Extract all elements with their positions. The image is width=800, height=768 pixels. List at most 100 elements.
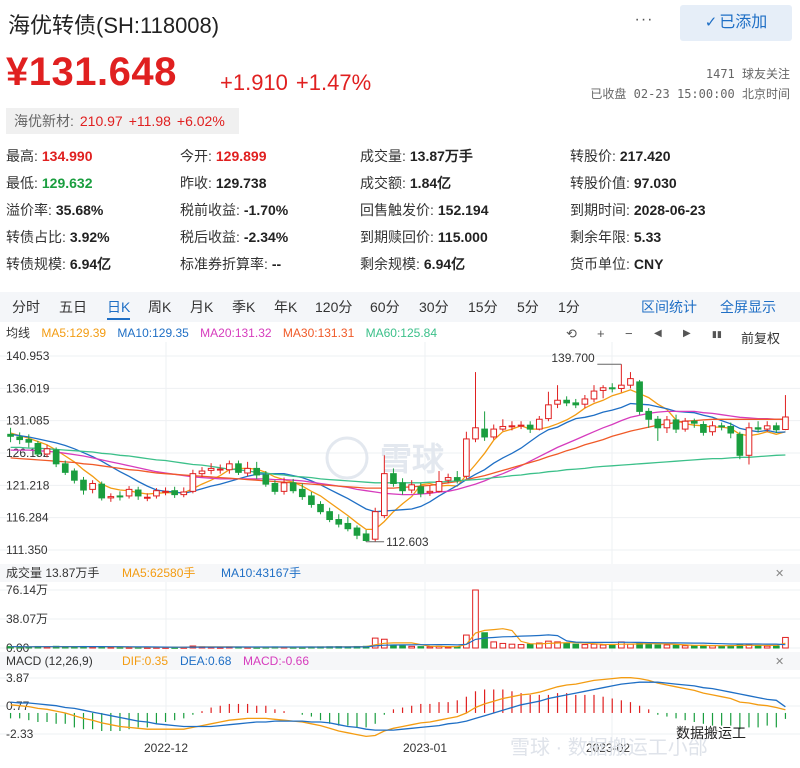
candle-body bbox=[745, 427, 753, 456]
candle bbox=[645, 408, 653, 428]
candle-body bbox=[554, 399, 561, 405]
candle-body bbox=[444, 477, 452, 481]
volume-tick-label: 38.07万 bbox=[6, 612, 48, 626]
volume-bar bbox=[526, 643, 534, 649]
range-stats-link[interactable]: 区间统计 bbox=[641, 296, 697, 318]
quote-putback-price: 回售触发价: 152.194 bbox=[360, 202, 489, 218]
followers-count[interactable]: 1471 球友关注 bbox=[590, 64, 790, 84]
candle bbox=[599, 385, 607, 399]
undo-icon[interactable]: ⟲ bbox=[566, 326, 577, 342]
tab-1min[interactable]: 1分 bbox=[558, 296, 580, 318]
candle bbox=[608, 383, 616, 393]
candle-body bbox=[244, 467, 251, 474]
tab-weekly-k[interactable]: 周K bbox=[148, 296, 171, 318]
candle-body bbox=[472, 427, 479, 440]
macd-label: MACD (12,26,9) bbox=[6, 654, 93, 668]
candle-body bbox=[43, 448, 51, 455]
candle-body bbox=[627, 378, 634, 386]
candle bbox=[235, 460, 242, 475]
candle bbox=[590, 385, 598, 403]
fullscreen-link[interactable]: 全屏显示 bbox=[720, 296, 776, 318]
more-options-button[interactable]: ··· bbox=[630, 10, 658, 34]
candle-body bbox=[772, 425, 780, 431]
candle-body bbox=[226, 463, 233, 471]
quote-high: 最高: 134.990 bbox=[6, 148, 93, 164]
chart-period-tabs: 分时 五日 日K 周K 月K 季K 年K 120分 60分 30分 15分 5分… bbox=[0, 292, 800, 322]
candle-body bbox=[107, 496, 115, 499]
quote-prev-close: 昨收: 129.738 bbox=[180, 175, 267, 191]
tab-15min[interactable]: 15分 bbox=[468, 296, 498, 318]
candle bbox=[207, 463, 215, 475]
next-icon[interactable]: ▶ bbox=[683, 328, 691, 339]
tab-5day[interactable]: 五日 bbox=[59, 296, 87, 318]
quote-haircut: 标准券折算率: -- bbox=[180, 256, 282, 272]
candle-body bbox=[426, 490, 434, 494]
quote-premium: 溢价率: 35.68% bbox=[6, 202, 104, 218]
ma-legend-label: 均线 bbox=[6, 326, 31, 340]
candle-body bbox=[736, 433, 744, 456]
candle-body bbox=[508, 425, 516, 428]
macd-header: MACD (12,26,9) DIF:0.35 DEA:0.68 MACD:-0… bbox=[0, 652, 800, 670]
macd-lines bbox=[10, 677, 786, 738]
candle bbox=[198, 467, 206, 477]
pause-icon[interactable]: ▮▮ bbox=[712, 329, 722, 340]
kline-chart[interactable]: 雪球 140.953136.019131.085126.152121.21811… bbox=[0, 342, 800, 768]
volume-bar bbox=[426, 646, 434, 649]
volume-bar bbox=[627, 643, 634, 649]
candle-body bbox=[654, 418, 662, 429]
candle-body bbox=[599, 387, 607, 391]
candle-body bbox=[280, 482, 288, 492]
candle-body bbox=[116, 495, 124, 498]
candle-body bbox=[481, 428, 488, 438]
zoom-out-icon[interactable]: − bbox=[625, 326, 633, 341]
volume-bar bbox=[672, 644, 680, 649]
candle-body bbox=[271, 482, 279, 492]
underlying-stock-chip[interactable]: 海优新材: 210.97 +11.98 +6.02% bbox=[6, 108, 239, 134]
volume-bar bbox=[508, 643, 516, 649]
close-macd-icon[interactable]: ✕ bbox=[775, 656, 784, 668]
candle bbox=[308, 492, 315, 508]
candle-body bbox=[134, 489, 142, 497]
ma10-value: MA10:129.35 bbox=[117, 326, 189, 340]
candle-body bbox=[545, 404, 552, 420]
tab-monthly-k[interactable]: 月K bbox=[190, 296, 213, 318]
quote-remaining-size: 剩余规模: 6.94亿 bbox=[360, 256, 466, 272]
tab-quarterly-k[interactable]: 季K bbox=[232, 296, 255, 318]
tab-intraday[interactable]: 分时 bbox=[12, 296, 40, 318]
close-volume-icon[interactable]: ✕ bbox=[775, 568, 784, 580]
market-status: 已收盘 02-23 15:00:00 北京时间 bbox=[590, 87, 790, 101]
macd-dif: DIF:0.35 bbox=[122, 654, 168, 668]
price-change: +1.910 +1.47% bbox=[220, 70, 379, 96]
candle bbox=[526, 421, 534, 434]
candle bbox=[317, 501, 324, 515]
volume-bar bbox=[599, 644, 607, 649]
follow-button[interactable]: ✓ 已添加 bbox=[680, 5, 792, 41]
prev-icon[interactable]: ◀ bbox=[654, 328, 662, 339]
tab-yearly-k[interactable]: 年K bbox=[274, 296, 297, 318]
tab-120min[interactable]: 120分 bbox=[315, 296, 352, 318]
candle bbox=[736, 431, 744, 460]
candle-body bbox=[180, 491, 188, 496]
candle bbox=[490, 424, 498, 440]
tab-30min[interactable]: 30分 bbox=[419, 296, 449, 318]
candle-body bbox=[399, 482, 406, 492]
tab-daily-k[interactable]: 日K bbox=[107, 296, 131, 320]
candle-body bbox=[572, 402, 580, 406]
candle-body bbox=[390, 473, 397, 484]
candle-body bbox=[125, 488, 133, 497]
quote-row: 最低: 129.632 昨收: 129.738 成交额: 1.84亿 转股价值: 97.… bbox=[6, 171, 796, 198]
candle bbox=[618, 364, 625, 393]
candle-body bbox=[153, 490, 160, 497]
ma20-value: MA20:131.32 bbox=[200, 326, 272, 340]
candle-body bbox=[581, 398, 589, 405]
volume-label: 成交量 13.87万手 bbox=[6, 565, 99, 580]
bottom-watermark-sub: 数据搬运工 bbox=[676, 725, 746, 741]
zoom-in-icon[interactable]: + bbox=[597, 326, 605, 341]
tab-5min[interactable]: 5分 bbox=[517, 296, 539, 318]
tab-60min[interactable]: 60分 bbox=[370, 296, 400, 318]
candle-body bbox=[417, 486, 425, 494]
candle bbox=[71, 468, 78, 484]
candle bbox=[353, 525, 361, 540]
macd-tick-label: -2.33 bbox=[6, 727, 34, 741]
quote-row: 转债占比: 3.92% 税后收益: -2.34% 到期赎回价: 115.000 剩余年… bbox=[6, 225, 796, 252]
